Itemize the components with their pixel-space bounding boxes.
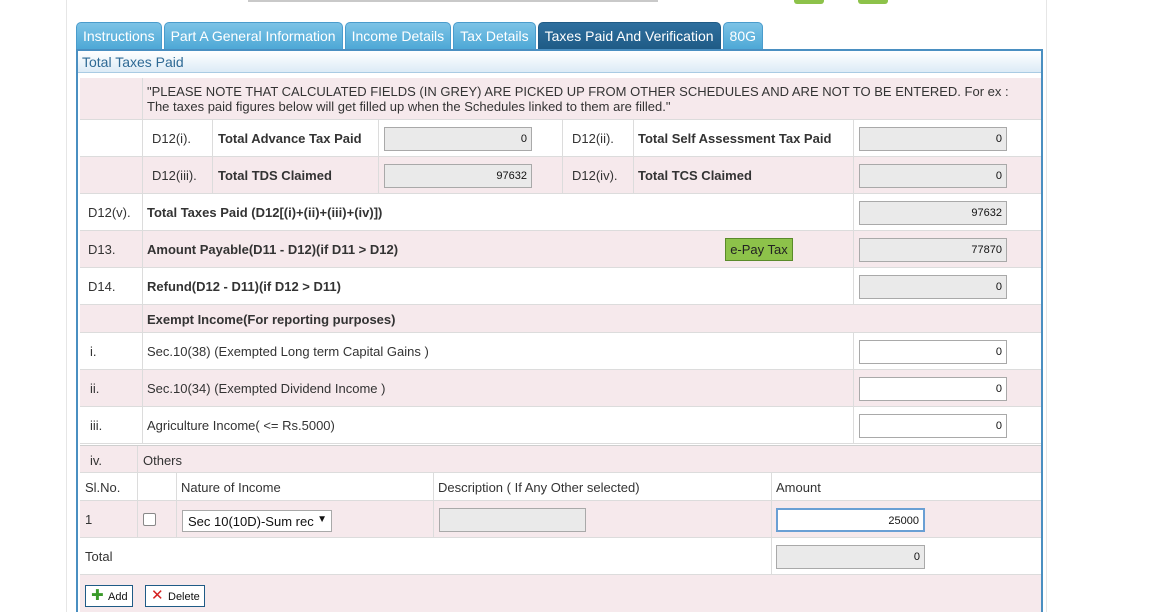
exempt-row-iii: iii. Agriculture Income( <= Rs.5000) 0 — [80, 407, 1041, 444]
description-input[interactable] — [439, 508, 586, 532]
d14-label: Refund(D12 - D11)(if D12 > D11) — [147, 279, 341, 294]
d12-i-value: 0 — [384, 127, 532, 151]
exempt-ltcg-input[interactable]: 0 — [859, 340, 1007, 364]
close-icon: ✕ — [151, 587, 164, 604]
tab-bar: Instructions Part A General Information … — [76, 22, 763, 49]
d12-ii-code: D12(ii). — [572, 131, 614, 146]
tab-80g[interactable]: 80G — [722, 22, 763, 49]
table-row: 1 Sec 10(10D)-Sum rec ▼ 25000 — [80, 501, 1041, 538]
page-border-left — [66, 0, 67, 612]
calculated-fields-note: "PLEASE NOTE THAT CALCULATED FIELDS (IN … — [147, 84, 1009, 114]
d14-row: D14. Refund(D12 - D11)(if D12 > D11) 0 — [80, 268, 1041, 305]
others-label: Others — [143, 453, 183, 468]
d12-iii-code: D12(iii). — [152, 168, 197, 183]
d12-i-label: Total Advance Tax Paid — [218, 131, 362, 146]
add-button-label: Add — [108, 591, 128, 603]
d14-value: 0 — [859, 275, 1007, 299]
panel-title: Total Taxes Paid — [78, 51, 1041, 73]
tab-instructions[interactable]: Instructions — [76, 22, 162, 49]
d13-label: Amount Payable(D11 - D12)(if D11 > D12) — [147, 242, 399, 257]
d13-value: 77870 — [859, 238, 1007, 262]
d12-iv-label: Total TCS Claimed — [638, 168, 752, 183]
d12-v-label: Total Taxes Paid (D12[(i)+(ii)+(iii)+(iv… — [147, 205, 383, 220]
row-sl-no: 1 — [85, 512, 93, 527]
exempt-ii-label: Sec.10(34) (Exempted Dividend Income ) — [147, 381, 386, 396]
exempt-row-i: i. Sec.10(38) (Exempted Long term Capita… — [80, 333, 1041, 370]
d12-iv-value: 0 — [859, 164, 1007, 188]
d12-iii-label: Total TDS Claimed — [218, 168, 332, 183]
header-sl-no: Sl.No. — [85, 480, 121, 495]
exempt-ii-code: ii. — [90, 381, 100, 396]
tab-taxes-paid-and-verification[interactable]: Taxes Paid And Verification — [537, 22, 721, 49]
nature-of-income-select[interactable]: Sec 10(10D)-Sum rec ▼ — [182, 510, 332, 532]
tab-tax-details[interactable]: Tax Details — [453, 22, 536, 49]
d13-code: D13. — [88, 242, 116, 257]
exempt-i-code: i. — [90, 344, 97, 359]
d12-v-code: D12(v). — [88, 205, 131, 220]
top-button-left[interactable] — [794, 0, 824, 4]
tab-part-a-general-information[interactable]: Part A General Information — [163, 22, 343, 49]
exempt-iii-code: iii. — [90, 418, 103, 433]
agriculture-income-input[interactable]: 0 — [859, 414, 1007, 438]
exempt-income-heading: Exempt Income(For reporting purposes) — [147, 312, 396, 327]
exempt-dividend-input[interactable]: 0 — [859, 377, 1007, 401]
total-row: Total 0 — [80, 538, 1041, 575]
header-amount: Amount — [776, 480, 821, 495]
others-table-header: Sl.No. Nature of Income Description ( If… — [80, 473, 1041, 501]
exempt-iii-label: Agriculture Income( <= Rs.5000) — [147, 418, 335, 433]
chevron-down-icon: ▼ — [317, 514, 327, 525]
action-buttons-row: ✚ Add ✕ Delete — [80, 575, 1041, 612]
nature-of-income-value: Sec 10(10D)-Sum rec — [188, 514, 314, 529]
top-button-right[interactable] — [858, 0, 888, 4]
e-pay-tax-button[interactable]: e-Pay Tax — [725, 238, 793, 261]
exempt-row-ii: ii. Sec.10(34) (Exempted Dividend Income… — [80, 370, 1041, 407]
amount-input[interactable]: 25000 — [776, 508, 925, 532]
d12-ii-label: Total Self Assessment Tax Paid — [638, 131, 832, 146]
row-select-checkbox[interactable] — [143, 513, 156, 526]
delete-button[interactable]: ✕ Delete — [145, 585, 205, 607]
d12-v-value: 97632 — [859, 201, 1007, 225]
d12-i-ii-row: D12(i). Total Advance Tax Paid 0 D12(ii)… — [80, 120, 1041, 157]
delete-button-label: Delete — [168, 591, 200, 603]
exempt-i-label: Sec.10(38) (Exempted Long term Capital G… — [147, 344, 429, 359]
d12-iii-value: 97632 — [384, 164, 532, 188]
others-row: iv. Others — [80, 445, 1041, 473]
tab-income-details[interactable]: Income Details — [344, 22, 452, 49]
plus-icon: ✚ — [91, 587, 104, 604]
d12-iii-iv-row: D12(iii). Total TDS Claimed 97632 D12(iv… — [80, 157, 1041, 194]
d12-i-code: D12(i). — [152, 131, 192, 146]
add-button[interactable]: ✚ Add — [85, 585, 133, 607]
d12-iv-code: D12(iv). — [572, 168, 618, 183]
total-label: Total — [85, 549, 113, 564]
d12-ii-value: 0 — [859, 127, 1007, 151]
others-code: iv. — [90, 453, 103, 468]
page-border-right — [1046, 0, 1047, 612]
exempt-heading-row: Exempt Income(For reporting purposes) — [80, 305, 1041, 333]
d13-row: D13. Amount Payable(D11 - D12)(if D11 > … — [80, 231, 1041, 268]
top-scrollbar — [248, 0, 658, 2]
d14-code: D14. — [88, 279, 116, 294]
taxes-paid-panel: Total Taxes Paid "PLEASE NOTE THAT CALCU… — [76, 49, 1043, 612]
header-description: Description ( If Any Other selected) — [438, 480, 640, 495]
total-value: 0 — [776, 545, 925, 569]
note-row: "PLEASE NOTE THAT CALCULATED FIELDS (IN … — [80, 78, 1041, 120]
d12-v-row: D12(v). Total Taxes Paid (D12[(i)+(ii)+(… — [80, 194, 1041, 231]
header-nature-of-income: Nature of Income — [181, 480, 281, 495]
